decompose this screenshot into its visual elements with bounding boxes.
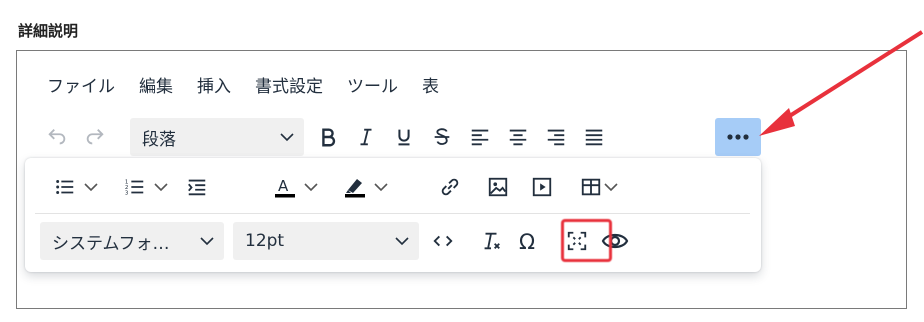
menu-format[interactable]: 書式設定	[255, 72, 323, 97]
undo-button[interactable]	[38, 119, 76, 155]
align-right-icon	[547, 129, 565, 146]
numbered-list-icon: 123	[125, 179, 144, 196]
table-button[interactable]	[569, 169, 629, 205]
font-size-select[interactable]: 12pt	[233, 222, 419, 260]
font-family-value: システムフォ…	[52, 233, 170, 254]
chevron-down-icon	[200, 237, 214, 246]
popup-divider	[35, 213, 750, 214]
strikethrough-icon	[434, 128, 450, 145]
chevron-down-icon	[604, 183, 618, 192]
text-color-icon: A	[275, 177, 295, 198]
block-format-select[interactable]: 段落	[130, 118, 304, 156]
italic-button[interactable]	[347, 119, 385, 155]
overflow-row-1-color: A	[262, 168, 398, 206]
highlighter-icon	[345, 179, 365, 198]
svg-text:A: A	[278, 177, 289, 195]
menu-insert[interactable]: 挿入	[197, 72, 231, 97]
code-icon	[433, 235, 453, 247]
bullet-list-icon	[56, 180, 74, 194]
align-justify-button[interactable]	[575, 119, 613, 155]
link-button[interactable]	[431, 169, 469, 205]
chevron-down-icon	[374, 183, 388, 192]
bold-icon	[322, 128, 336, 147]
text-color-button[interactable]: A	[262, 169, 328, 205]
chevron-down-icon	[395, 237, 409, 246]
menubar: ファイル 編集 挿入 書式設定 ツール 表	[47, 64, 463, 104]
chevron-down-icon	[280, 133, 294, 142]
source-code-button[interactable]	[424, 223, 462, 259]
link-icon	[441, 178, 459, 196]
chevron-down-icon	[84, 183, 98, 192]
special-character-button[interactable]: Ω	[510, 223, 548, 259]
highlight-color-button[interactable]	[332, 169, 398, 205]
media-button[interactable]	[523, 169, 561, 205]
media-play-icon	[532, 177, 552, 197]
block-format-value: 段落	[142, 129, 176, 150]
font-family-select[interactable]: システムフォ…	[40, 222, 224, 260]
menu-table[interactable]: 表	[422, 72, 439, 97]
fullscreen-highlight-box	[561, 219, 612, 262]
more-horizontal-icon	[727, 134, 749, 140]
align-center-icon	[509, 129, 527, 146]
align-left-button[interactable]	[461, 119, 499, 155]
underline-button[interactable]	[385, 119, 423, 155]
menu-edit[interactable]: 編集	[139, 72, 173, 97]
align-center-button[interactable]	[499, 119, 537, 155]
svg-text:Ω: Ω	[519, 230, 535, 253]
clear-formatting-icon	[484, 232, 500, 250]
redo-button[interactable]	[76, 119, 114, 155]
omega-icon: Ω	[519, 230, 535, 253]
indent-button[interactable]	[178, 169, 216, 205]
indent-icon	[188, 179, 206, 196]
numbered-list-button[interactable]: 123	[114, 169, 178, 205]
menu-file[interactable]: ファイル	[47, 72, 115, 97]
field-label: 詳細説明	[18, 22, 79, 40]
svg-text:3: 3	[125, 190, 129, 196]
image-icon	[488, 177, 508, 197]
annotation-arrow	[759, 30, 924, 136]
overflow-row-1: 123	[44, 168, 216, 206]
align-right-button[interactable]	[537, 119, 575, 155]
clear-formatting-button[interactable]	[472, 223, 510, 259]
table-icon	[581, 178, 601, 196]
chevron-down-icon	[304, 183, 318, 192]
align-justify-icon	[585, 129, 603, 146]
format-toolbar	[309, 118, 613, 156]
underline-icon	[398, 129, 410, 146]
bold-button[interactable]	[309, 119, 347, 155]
redo-icon	[86, 129, 104, 145]
menu-tools[interactable]: ツール	[347, 72, 398, 97]
image-button[interactable]	[479, 169, 517, 205]
main-toolbar	[38, 118, 114, 156]
chevron-down-icon	[154, 183, 168, 192]
align-left-icon	[471, 129, 489, 146]
italic-icon	[360, 128, 372, 146]
font-size-value: 12pt	[245, 231, 285, 251]
overflow-row-1-insert	[431, 168, 629, 206]
undo-icon	[48, 129, 66, 145]
bullet-list-button[interactable]	[44, 169, 108, 205]
strikethrough-button[interactable]	[423, 119, 461, 155]
